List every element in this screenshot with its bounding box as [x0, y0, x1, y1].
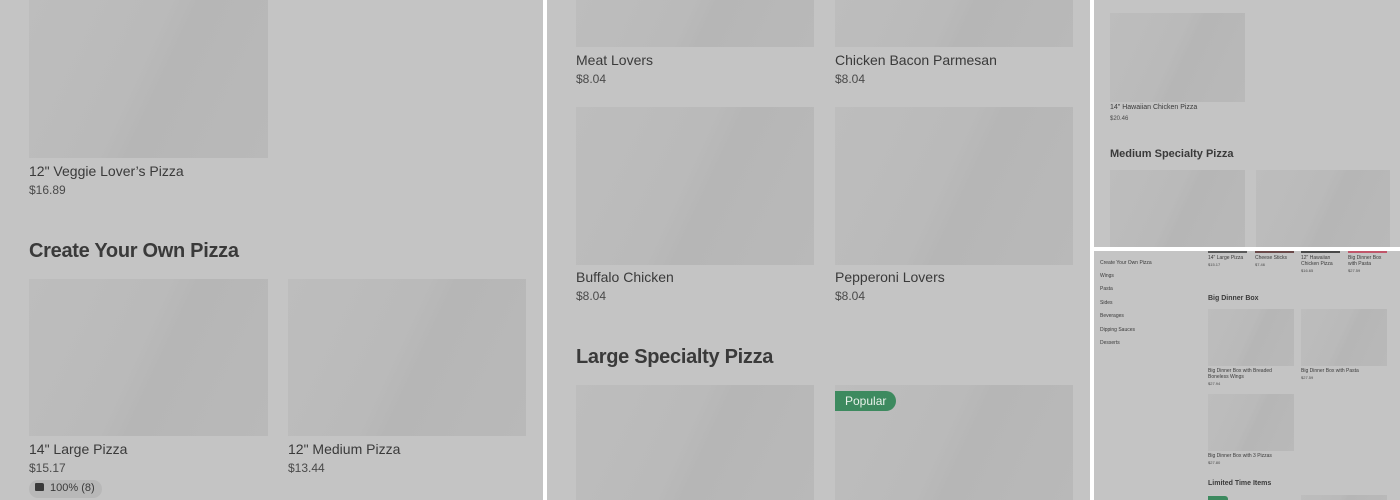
pepperoni-lovers-name[interactable]: Pepperoni Lovers [835, 269, 945, 285]
top-item-1-price: $15.17 [1208, 262, 1221, 267]
top-item-2-name[interactable]: Cheese Sticks [1255, 255, 1297, 261]
medium-pizza-image[interactable] [288, 279, 526, 436]
limited-item-1-bar [1208, 496, 1228, 500]
buffalo-chicken-price: $8.04 [576, 289, 607, 303]
buffalo-chicken-name[interactable]: Buffalo Chicken [576, 269, 674, 285]
veggie-pizza-name[interactable]: 12" Veggie Lover’s Pizza [29, 163, 184, 179]
dinner-box-3-pizzas-name[interactable]: Big Dinner Box with 3 Pizzas [1208, 453, 1288, 459]
nav-dipping-sauces[interactable]: Dipping Sauces [1100, 327, 1135, 333]
dinner-box-pasta-price: $27.59 [1301, 375, 1314, 380]
panel-menu-right-bottom: Create Your Own Pizza Wings Pasta Sides … [1094, 251, 1400, 500]
panel-menu-middle: Meat Lovers $8.04 Chicken Bacon Parmesan… [547, 0, 1090, 500]
meat-lovers-image[interactable] [576, 0, 814, 47]
dinner-box-wings-image[interactable] [1208, 309, 1294, 366]
medium-pizza-name[interactable]: 12" Medium Pizza [288, 441, 400, 457]
top-item-3-price: $16.65 [1301, 268, 1314, 273]
limited-time-heading: Limited Time Items [1208, 480, 1272, 487]
nav-create-your-own[interactable]: Create Your Own Pizza [1100, 260, 1152, 266]
create-your-own-heading: Create Your Own Pizza [29, 240, 239, 262]
top-item-2-bar [1255, 251, 1294, 253]
pepperoni-lovers-image[interactable] [835, 107, 1073, 265]
meat-lovers-price: $8.04 [576, 72, 607, 86]
dinner-box-pasta-image[interactable] [1301, 309, 1387, 366]
dinner-box-pasta-name[interactable]: Big Dinner Box with Pasta [1301, 368, 1381, 374]
chicken-bacon-price: $8.04 [835, 72, 866, 86]
large-pizza-image[interactable] [29, 279, 268, 436]
limited-item-2-image[interactable] [1301, 495, 1387, 500]
nav-desserts[interactable]: Desserts [1100, 340, 1120, 346]
pepperoni-lovers-price: $8.04 [835, 289, 866, 303]
large-specialty-item-1-image[interactable] [576, 385, 814, 500]
top-item-1-bar [1208, 251, 1247, 253]
medium-specialty-item-1-image[interactable] [1110, 170, 1245, 247]
rating-badge: 100% (8) [29, 480, 102, 498]
meat-lovers-name[interactable]: Meat Lovers [576, 52, 653, 68]
hawaiian-pizza-name[interactable]: 14" Hawaiian Chicken Pizza [1110, 104, 1197, 111]
dinner-box-3-pizzas-price: $27.80 [1208, 460, 1221, 465]
large-pizza-price: $15.17 [29, 461, 66, 475]
top-item-4-bar [1348, 251, 1387, 253]
large-specialty-heading: Large Specialty Pizza [576, 346, 774, 368]
medium-pizza-price: $13.44 [288, 461, 325, 475]
nav-sides[interactable]: Sides [1100, 300, 1113, 306]
buffalo-chicken-image[interactable] [576, 107, 814, 265]
hawaiian-pizza-image[interactable] [1110, 13, 1245, 102]
top-item-3-bar [1301, 251, 1340, 253]
big-dinner-box-heading: Big Dinner Box [1208, 295, 1259, 302]
thumbs-up-icon [35, 483, 44, 491]
panel-menu-right-top: 14" Hawaiian Chicken Pizza $20.46 Medium… [1094, 0, 1400, 247]
medium-specialty-heading: Medium Specialty Pizza [1110, 148, 1234, 160]
top-item-4-price: $27.59 [1348, 268, 1361, 273]
large-pizza-name[interactable]: 14" Large Pizza [29, 441, 127, 457]
top-item-4-name[interactable]: Big Dinner Box with Pasta [1348, 255, 1388, 267]
veggie-pizza-image[interactable] [29, 0, 268, 158]
chicken-bacon-name[interactable]: Chicken Bacon Parmesan [835, 52, 997, 68]
panel-menu-left: 12" Veggie Lover’s Pizza $16.89 Create Y… [0, 0, 543, 500]
top-item-2-price: $7.46 [1255, 262, 1266, 267]
nav-beverages[interactable]: Beverages [1100, 313, 1124, 319]
rating-text: 100% (8) [50, 482, 95, 494]
top-item-1-name[interactable]: 14" Large Pizza [1208, 255, 1250, 261]
popular-badge: Popular [835, 391, 897, 411]
top-item-3-name[interactable]: 12" Hawaiian Chicken Pizza [1301, 255, 1341, 267]
medium-specialty-item-2-image[interactable] [1256, 170, 1390, 247]
veggie-pizza-price: $16.89 [29, 183, 66, 197]
dinner-box-wings-price: $27.94 [1208, 381, 1221, 386]
hawaiian-pizza-price: $20.46 [1110, 116, 1129, 122]
dinner-box-3-pizzas-image[interactable] [1208, 394, 1294, 451]
chicken-bacon-image[interactable] [835, 0, 1073, 47]
nav-pasta[interactable]: Pasta [1100, 286, 1113, 292]
dinner-box-wings-name[interactable]: Big Dinner Box with Breaded Boneless Win… [1208, 368, 1283, 380]
nav-wings[interactable]: Wings [1100, 273, 1114, 279]
